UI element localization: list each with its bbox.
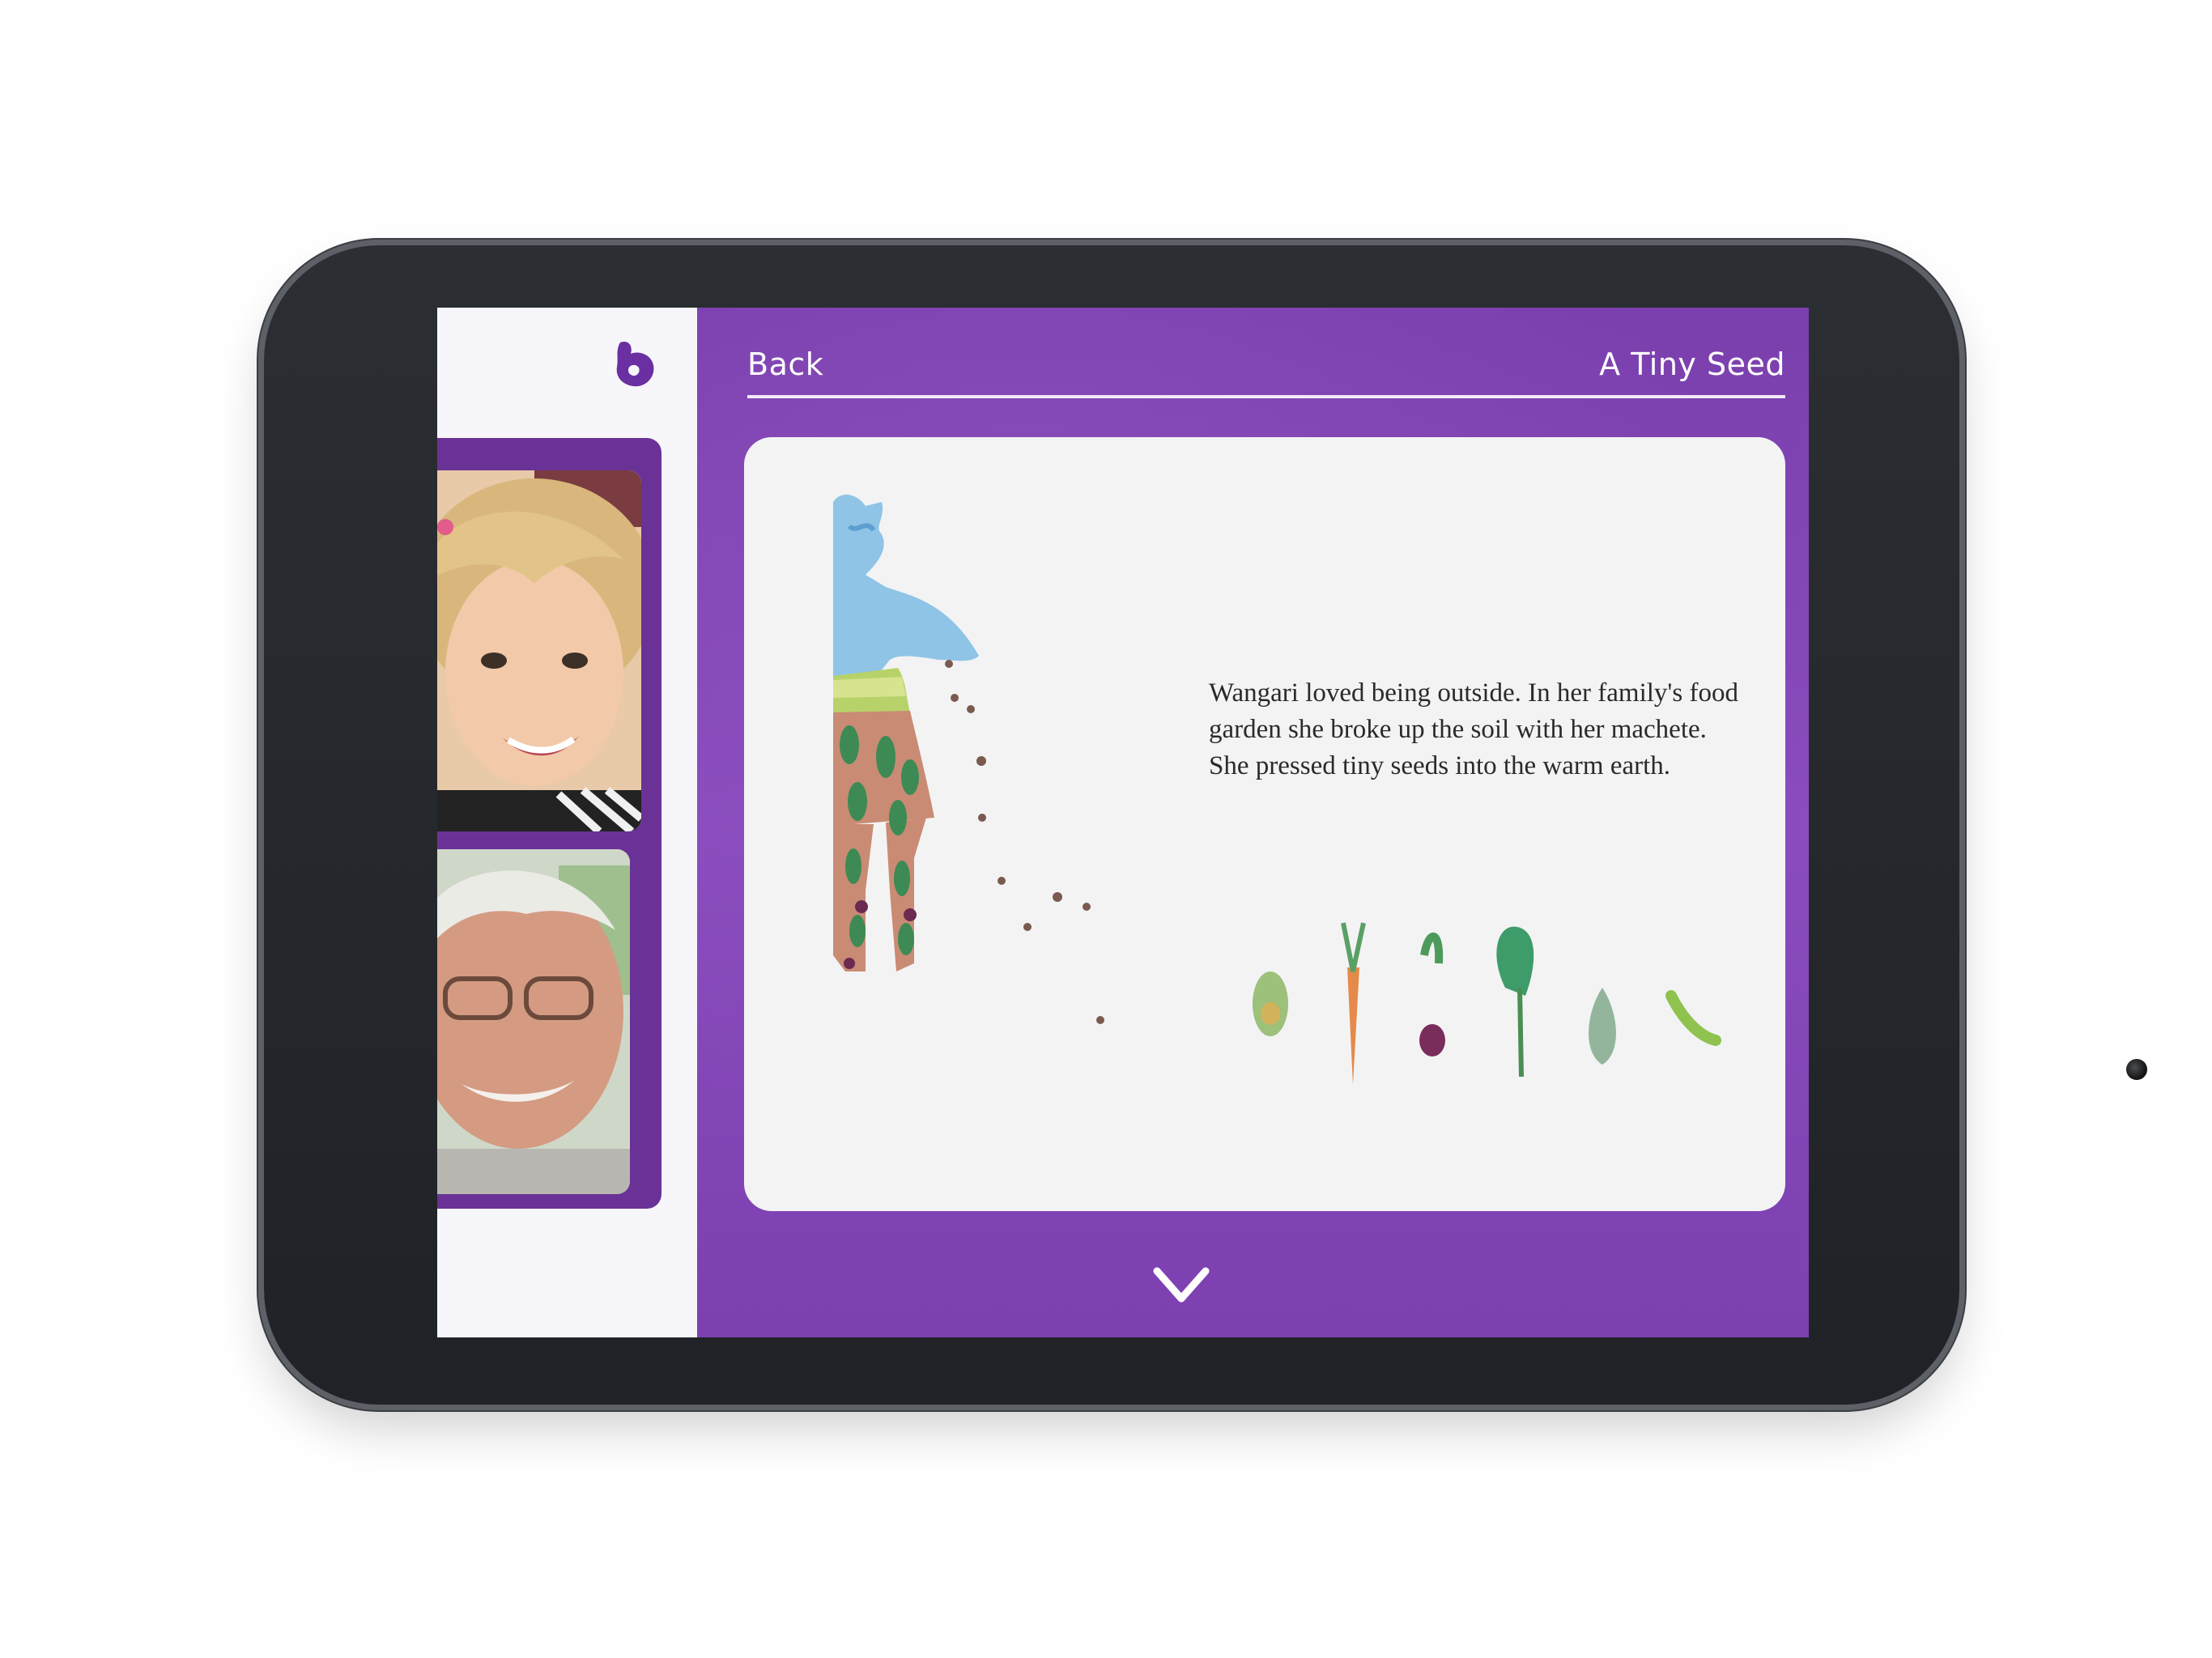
app-screen: Back A Tiny Seed Wangari loved being out… bbox=[437, 308, 1809, 1337]
book-page[interactable]: Wangari loved being outside. In her fami… bbox=[744, 437, 1785, 1211]
camera-icon bbox=[2126, 1059, 2147, 1080]
chevron-down-icon[interactable] bbox=[1151, 1263, 1212, 1308]
story-text: Wangari loved being outside. In her fami… bbox=[1209, 678, 1738, 780]
child-video-feed[interactable] bbox=[437, 470, 641, 831]
vegetables-row bbox=[1253, 922, 1721, 1085]
grandfather-portrait bbox=[437, 849, 630, 1194]
back-button[interactable]: Back bbox=[747, 346, 823, 382]
heart-b-logo-icon[interactable] bbox=[609, 338, 661, 396]
video-sidebar bbox=[437, 308, 697, 1337]
grandfather-video-feed[interactable] bbox=[437, 849, 630, 1194]
reader-header: Back A Tiny Seed bbox=[747, 340, 1785, 398]
video-call-panel bbox=[437, 438, 661, 1209]
reader-main: Back A Tiny Seed Wangari loved being out… bbox=[697, 308, 1809, 1337]
girl-sowing-seeds-illustration bbox=[833, 494, 1721, 1085]
book-title: A Tiny Seed bbox=[1599, 346, 1785, 382]
child-portrait bbox=[437, 470, 641, 831]
